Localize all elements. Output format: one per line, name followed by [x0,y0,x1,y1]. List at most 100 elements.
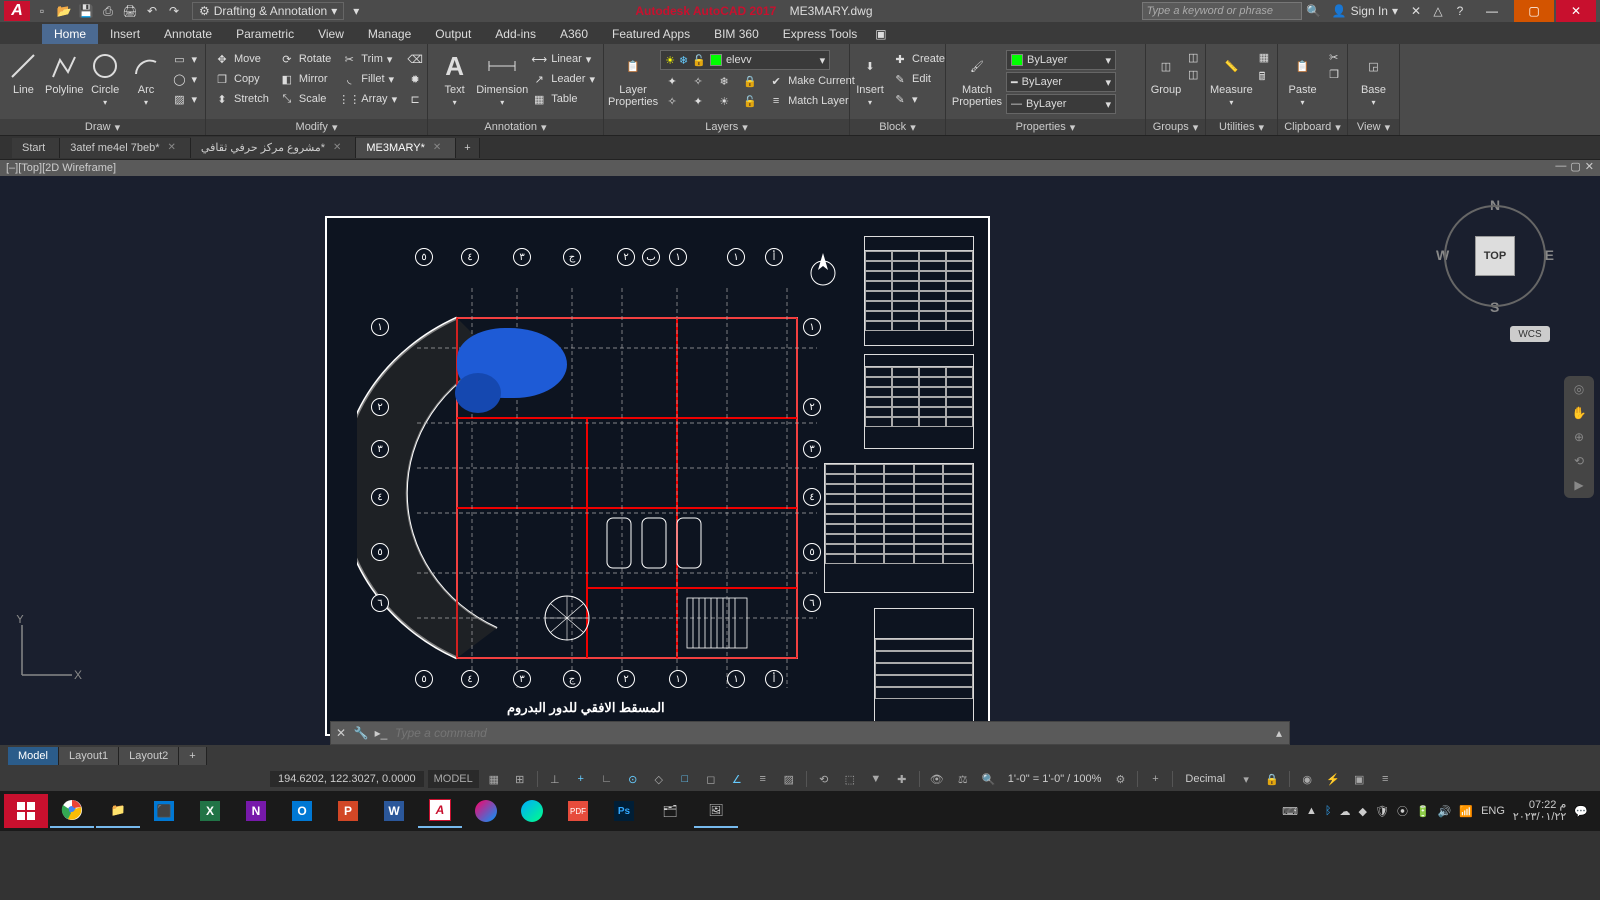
panel-title-modify[interactable]: Modify ▾ [206,119,427,135]
tray-up-icon[interactable]: ▲ [1306,805,1317,817]
annotation-scale[interactable]: 🔍 [978,770,1000,788]
ribbon-tab-parametric[interactable]: Parametric [224,24,306,44]
tray-wifi-icon[interactable]: 📶 [1459,805,1473,818]
file-tab[interactable]: 3atef me4el 7beb*✕ [60,138,191,158]
panel-title-properties[interactable]: Properties ▾ [946,119,1145,135]
cut-icon[interactable]: ✂ [1325,50,1343,65]
layer-thaw-icon[interactable]: ☀ [712,92,736,110]
workspace-dropdown[interactable]: ⚙ Drafting & Annotation ▾ [192,2,344,20]
isodraft-toggle[interactable]: ◇ [648,770,670,788]
lineweight-dropdown[interactable]: ━ByLayer▾ [1006,72,1116,92]
gizmo-toggle[interactable]: ✚ [891,770,913,788]
layer-freeze-icon[interactable]: ❄ [712,72,736,90]
viewcube-top[interactable]: TOP [1475,236,1515,276]
taskbar-onenote-icon[interactable]: N [234,794,278,828]
vp-close-icon[interactable]: ✕ [1585,160,1594,173]
measure-button[interactable]: 📏Measure▾ [1210,46,1253,107]
polar-toggle[interactable]: ⊙ [622,770,644,788]
match-properties-button[interactable]: 🖌Match Properties [950,46,1004,108]
ribbon-tab-output[interactable]: Output [423,24,483,44]
arc-button[interactable]: Arc▾ [127,46,166,107]
vp-restore-icon[interactable]: ▢ [1570,160,1580,173]
match-layer-button[interactable]: ≡Match Layer [764,92,853,110]
vp-minimize-icon[interactable]: — [1555,160,1566,173]
pan-icon[interactable]: ✋ [1572,406,1587,420]
exchange-icon[interactable]: ✕ [1406,2,1426,20]
wcs-badge[interactable]: WCS [1510,326,1550,342]
ribbon-tab-manage[interactable]: Manage [356,24,423,44]
tray-time[interactable]: 07:22 م [1513,799,1566,811]
layer-dropdown[interactable]: ☀❄🔓 elevv ▾ [660,50,830,70]
layer-unlock-icon[interactable]: 🔓 [738,92,762,110]
snap-toggle[interactable]: ⊞ [509,770,531,788]
annotation-monitor-icon[interactable]: + [1144,770,1166,788]
edit-block-button[interactable]: ✎Edit [888,70,949,88]
make-current-button[interactable]: ✔Make Current [764,72,859,90]
file-tab-active[interactable]: ME3MARY*✕ [356,138,456,158]
file-tab[interactable]: مشروع مركز حرفي ثقافي*✕ [191,137,356,158]
layer-state-icon[interactable]: ✦ [660,72,684,90]
steering-wheel-icon[interactable]: ◎ [1574,382,1584,396]
qat-save-icon[interactable]: 💾 [76,2,96,20]
window-maximize-button[interactable]: ▢ [1514,0,1554,22]
annotation-visibility-toggle[interactable]: 👁 [926,770,948,788]
taskbar-photoshop-icon[interactable]: Ps [602,794,646,828]
quick-calc-icon[interactable]: 🖩 [1255,67,1273,88]
edit-attr-button[interactable]: ✎▾ [888,90,949,108]
clean-screen-icon[interactable]: ▣ [1348,770,1370,788]
tray-app-icon[interactable]: ◆ [1359,805,1367,818]
linetype-dropdown[interactable]: —ByLayer▾ [1006,94,1116,114]
ribbon-tab-annotate[interactable]: Annotate [152,24,224,44]
group-button[interactable]: ◫Group [1150,46,1182,96]
taskbar-app-icon[interactable]: 🗂 [648,794,692,828]
tray-keyboard-icon[interactable]: ⌨ [1282,805,1298,818]
layout-tab-model[interactable]: Model [8,747,59,765]
lock-ui-icon[interactable]: 🔒 [1261,770,1283,788]
model-space-button[interactable]: MODEL [428,770,479,788]
start-button[interactable] [4,794,48,828]
help-search-input[interactable]: Type a keyword or phrase [1142,2,1302,20]
stretch-button[interactable]: ⬍Stretch [210,90,273,108]
copy-clip-icon[interactable]: ❐ [1325,67,1343,82]
panel-title-view[interactable]: View ▾ [1348,119,1399,135]
ribbon-tab-a360[interactable]: A360 [548,24,600,44]
array-button[interactable]: ⋮⋮Array ▾ [337,90,401,108]
infocenter-icon[interactable]: 🔍 [1304,2,1324,20]
taskbar-app-icon[interactable] [510,794,554,828]
close-icon[interactable]: ✕ [331,726,351,740]
panel-title-groups[interactable]: Groups ▾ [1146,119,1205,135]
command-input[interactable] [391,726,1269,740]
layer-iso-icon[interactable]: ✧ [686,72,710,90]
wrench-icon[interactable]: 🔧 [351,726,371,740]
offset-button[interactable]: ⊏ [403,90,427,108]
move-button[interactable]: ✥Move [210,50,273,68]
panel-title-utilities[interactable]: Utilities ▾ [1206,119,1277,135]
close-icon[interactable]: ✕ [333,142,341,153]
viewport-controls[interactable]: [–][Top][2D Wireframe] — ▢ ✕ [0,160,1600,176]
panel-title-layers[interactable]: Layers ▾ [604,119,849,135]
new-tab-button[interactable]: + [456,138,479,158]
layer-on-icon[interactable]: ✦ [686,92,710,110]
base-button[interactable]: ◲Base▾ [1352,46,1395,107]
ellipse-button[interactable]: ◯▾ [167,70,201,88]
scale-button[interactable]: ⤡Scale [275,90,335,108]
taskbar-3d-icon[interactable]: ⬛ [142,794,186,828]
close-icon[interactable]: ✕ [168,142,176,153]
transparency-toggle[interactable]: ▨ [778,770,800,788]
create-block-button[interactable]: ✚Create [888,50,949,68]
fillet-button[interactable]: ◟Fillet ▾ [337,70,401,88]
tray-onedrive-icon[interactable]: ☁ [1340,805,1351,818]
qat-plot-icon[interactable]: 🖨 [120,2,140,20]
paste-button[interactable]: 📋Paste▾ [1282,46,1323,107]
layout-tab[interactable]: Layout1 [59,747,119,765]
color-dropdown[interactable]: ByLayer▾ [1006,50,1116,70]
orbit-icon[interactable]: ⟲ [1574,454,1584,468]
lineweight-toggle[interactable]: ≡ [752,770,774,788]
ribbon-tab-addins[interactable]: Add-ins [483,24,548,44]
workspace-switch-icon[interactable]: ⚙ [1109,770,1131,788]
layer-properties-button[interactable]: 📋Layer Properties [608,46,658,108]
linear-button[interactable]: ⟷Linear ▾ [527,50,599,68]
mirror-button[interactable]: ◧Mirror [275,70,335,88]
taskbar-app-icon[interactable] [464,794,508,828]
isolate-objects-icon[interactable]: ◉ [1296,770,1318,788]
